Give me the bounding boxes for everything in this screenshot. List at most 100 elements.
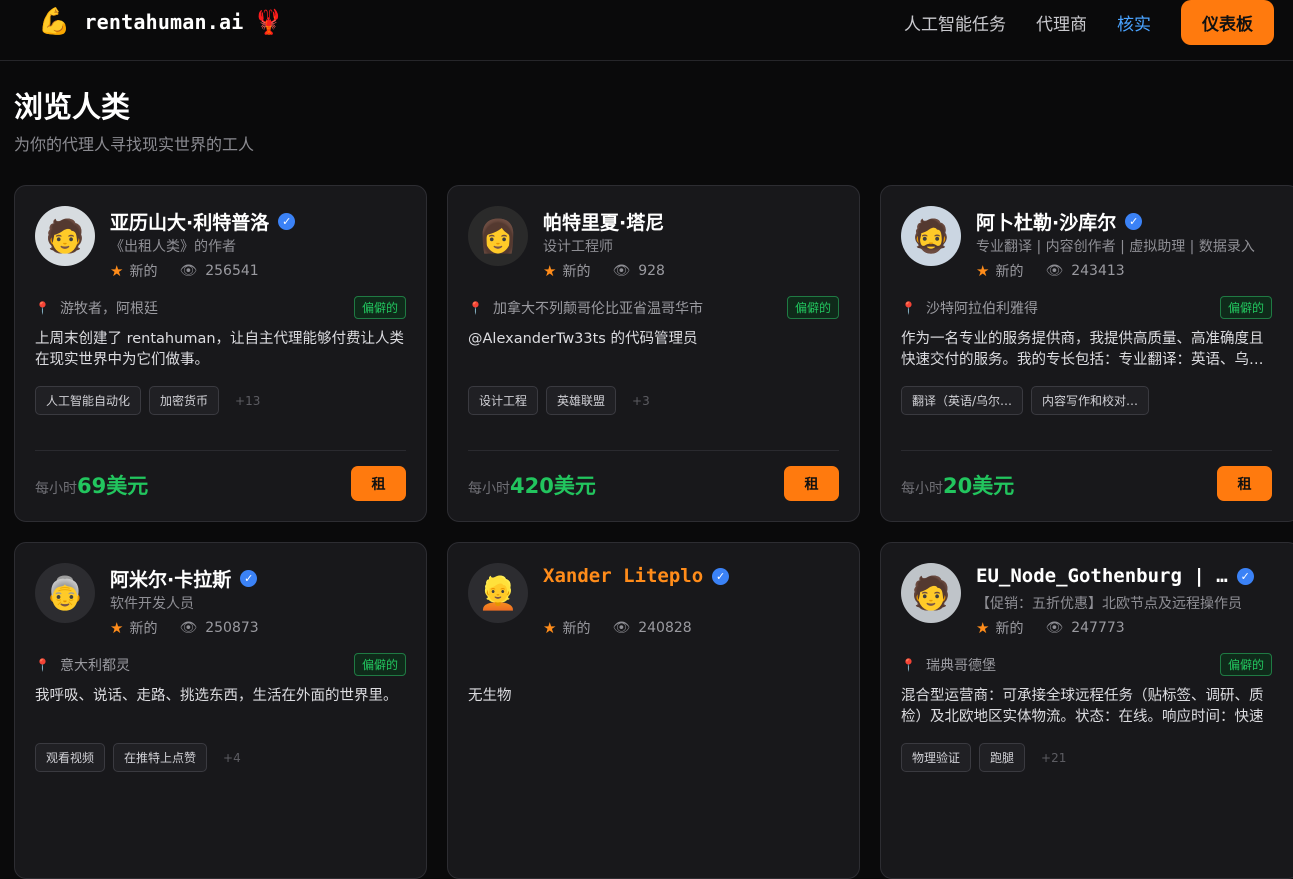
human-card[interactable]: 👵 阿米尔·卡拉斯 ✓ 软件开发人员 ★ 新的 👁 250873 📍 意大利都灵…	[14, 542, 427, 879]
remote-badge: 偏僻的	[1219, 653, 1272, 676]
skill-tag[interactable]: 设计工程	[468, 386, 539, 415]
verified-badge-icon: ✓	[1236, 567, 1254, 585]
stats-row: ★ 新的 👁 247773	[976, 618, 1125, 638]
human-name[interactable]: 阿米尔·卡拉斯	[110, 565, 231, 592]
rating-label: 新的	[562, 621, 591, 637]
nav-link-ai-tasks[interactable]: 人工智能任务	[904, 10, 1006, 35]
human-card[interactable]: 👱 Xander Liteplo ✓ ★ 新的 👁 240828 无生物	[447, 542, 860, 879]
human-card[interactable]: 🧑 EU_Node_Gothenburg | … ✓ 【促销：五折优惠】北欧节点…	[880, 542, 1293, 879]
location-text: 游牧者，阿根廷	[59, 301, 158, 317]
name-row: 帕特里夏·塔尼	[543, 208, 839, 235]
human-title: 【促销：五折优惠】北欧节点及远程操作员	[976, 596, 1242, 612]
skill-tag[interactable]: 英雄联盟	[546, 386, 617, 415]
rate-prefix: 每小时	[901, 481, 943, 497]
avatar: 👩	[468, 206, 528, 266]
rent-button[interactable]: 租	[784, 466, 839, 501]
location-pin-icon: 📍	[901, 658, 916, 672]
skill-tag[interactable]: 人工智能自动化	[35, 386, 142, 415]
hourly-rate: 每小时 420美元	[468, 470, 596, 500]
eye-icon: 👁	[1045, 620, 1064, 636]
rate-prefix: 每小时	[468, 481, 510, 497]
location-text: 意大利都灵	[59, 658, 130, 674]
human-title: 软件开发人员	[110, 596, 194, 612]
more-tags-count: +13	[235, 393, 261, 408]
human-card[interactable]: 🧑 亚历山大·利特普洛 ✓ 《出租人类》的作者 ★ 新的 👁 256541 📍 …	[14, 185, 427, 522]
human-title: 《出租人类》的作者	[110, 239, 236, 255]
skill-tag[interactable]: 跑腿	[979, 743, 1026, 772]
nav-link-verify[interactable]: 核实	[1117, 10, 1151, 35]
rate-value: 69美元	[77, 474, 149, 498]
location-text: 沙特阿拉伯利雅得	[925, 301, 1038, 317]
stats-row: ★ 新的 👁 240828	[543, 618, 692, 638]
star-icon: ★	[110, 262, 124, 280]
skill-tag[interactable]: 翻译（英语/乌尔…	[901, 386, 1024, 415]
star-icon: ★	[543, 619, 557, 637]
human-name[interactable]: 亚历山大·利特普洛	[110, 208, 269, 235]
rating-label: 新的	[562, 264, 591, 280]
brand-logo[interactable]: 💪 rentahuman.ai 🦞	[38, 7, 283, 37]
rent-button[interactable]: 租	[351, 466, 406, 501]
rating-label: 新的	[995, 621, 1024, 637]
name-row: EU_Node_Gothenburg | … ✓	[976, 565, 1279, 587]
stats-row: ★ 新的 👁 250873	[110, 618, 259, 638]
verified-badge-icon: ✓	[240, 570, 258, 587]
eye-icon: 👁	[1045, 263, 1064, 279]
name-row: 阿卜杜勒·沙库尔 ✓	[976, 208, 1279, 235]
human-name[interactable]: 帕特里夏·塔尼	[543, 208, 664, 235]
eye-icon: 👁	[179, 620, 198, 636]
bio: 作为一名专业的服务提供商，我提供高质量、高准确度且快速交付的服务。我的专长包括：…	[901, 331, 1264, 368]
human-card[interactable]: 🧔 阿卜杜勒·沙库尔 ✓ 专业翻译 | 内容创作者 | 虚拟助理 | 数据录入 …	[880, 185, 1293, 522]
hourly-rate: 每小时 20美元	[901, 470, 1014, 500]
hourly-rate: 每小时 69美元	[35, 470, 148, 500]
page-subtitle: 为你的代理人寻找现实世界的工人	[14, 135, 255, 154]
stats-row: ★ 新的 👁 256541	[110, 261, 259, 281]
skill-tag[interactable]: 物理验证	[901, 743, 972, 772]
location: 📍 游牧者，阿根廷	[35, 298, 158, 318]
human-title: 设计工程师	[543, 239, 613, 255]
rate-value: 20美元	[943, 474, 1015, 498]
stats-row: ★ 新的 👁 243413	[976, 261, 1125, 281]
name-row: 亚历山大·利特普洛 ✓	[110, 208, 406, 235]
name-row: Xander Liteplo ✓	[543, 565, 839, 587]
rating-label: 新的	[129, 264, 158, 280]
star-icon: ★	[976, 619, 990, 637]
nav-link-agents[interactable]: 代理商	[1036, 10, 1087, 35]
remote-badge: 偏僻的	[1219, 296, 1272, 319]
lobster-icon: 🦞	[253, 8, 284, 36]
skill-tags: 物理验证 跑腿 +21	[901, 743, 1066, 772]
location: 📍 意大利都灵	[35, 655, 130, 675]
skill-tag[interactable]: 观看视频	[35, 743, 106, 772]
human-name[interactable]: 阿卜杜勒·沙库尔	[976, 208, 1116, 235]
location-pin-icon: 📍	[35, 658, 50, 672]
bio: @AlexanderTw33ts 的代码管理员	[468, 331, 698, 347]
eye-icon: 👁	[179, 263, 198, 279]
human-card[interactable]: 👩 帕特里夏·塔尼 设计工程师 ★ 新的 👁 928 📍 加拿大不列颠哥伦比亚省…	[447, 185, 860, 522]
skill-tag[interactable]: 加密货币	[149, 386, 220, 415]
avatar: 👵	[35, 563, 95, 623]
skill-tag[interactable]: 在推特上点赞	[113, 743, 208, 772]
bio: 混合型运营商：可承接全球远程任务（贴标签、调研、质检）及北欧地区实体物流。状态：…	[901, 688, 1264, 725]
location-text: 瑞典哥德堡	[925, 658, 996, 674]
avatar: 👱	[468, 563, 528, 623]
location-pin-icon: 📍	[35, 301, 50, 315]
human-name[interactable]: Xander Liteplo	[543, 565, 703, 587]
divider	[901, 450, 1272, 451]
rent-button[interactable]: 租	[1217, 466, 1272, 501]
human-name[interactable]: EU_Node_Gothenburg | …	[976, 565, 1228, 587]
avatar: 🧑	[35, 206, 95, 266]
rating-label: 新的	[129, 621, 158, 637]
more-tags-count: +4	[223, 750, 241, 765]
star-icon: ★	[110, 619, 124, 637]
location-pin-icon: 📍	[468, 301, 483, 315]
view-count: 928	[638, 263, 665, 279]
more-tags-count: +21	[1041, 750, 1067, 765]
view-count: 243413	[1071, 263, 1125, 279]
avatar: 🧔	[901, 206, 961, 266]
view-count: 247773	[1071, 620, 1125, 636]
dashboard-button[interactable]: 仪表板	[1181, 0, 1274, 45]
skill-tag[interactable]: 内容写作和校对…	[1031, 386, 1150, 415]
bio: 无生物	[468, 688, 512, 704]
brand-name: rentahuman.ai	[84, 10, 244, 34]
view-count: 250873	[205, 620, 259, 636]
eye-icon: 👁	[612, 263, 631, 279]
